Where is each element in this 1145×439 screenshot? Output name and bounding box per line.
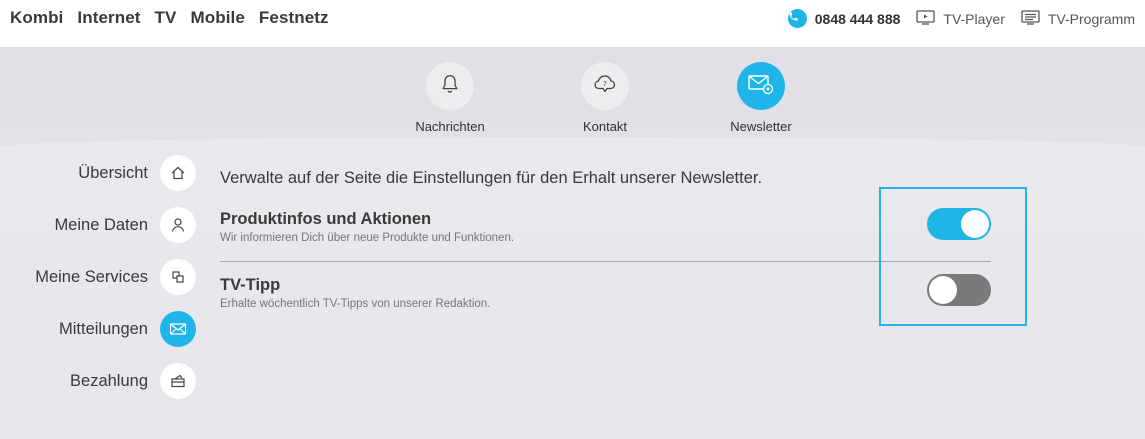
- mail-icon: [160, 311, 196, 347]
- phone-number: 0848 444 888: [814, 10, 901, 27]
- svg-text:?: ?: [603, 79, 607, 87]
- sidebar-item-meine-daten[interactable]: Meine Daten: [54, 207, 196, 243]
- setting-title: Produktinfos und Aktionen: [220, 210, 432, 228]
- nav-link-internet[interactable]: Internet: [77, 8, 140, 28]
- sub-navigation: Nachrichten ? Kontakt Newsletter: [0, 62, 1145, 142]
- setting-description: Erhalte wöchentlich TV-Tipps von unserer…: [220, 298, 491, 310]
- tv-player-label: TV-Player: [943, 10, 1005, 27]
- newsletter-icon: [747, 73, 775, 100]
- sidebar-item-uebersicht[interactable]: Übersicht: [78, 155, 196, 191]
- subnav-item-newsletter[interactable]: Newsletter: [701, 62, 821, 134]
- subnav-item-kontakt[interactable]: ? Kontakt: [545, 62, 665, 134]
- utility-nav: 0848 444 888 TV-Player TV-Programm: [772, 9, 1135, 28]
- subnav-circle: [737, 62, 785, 110]
- setting-tv-tipp: TV-Tipp Erhalte wöchentlich TV-Tipps von…: [220, 276, 991, 310]
- services-icon: [160, 259, 196, 295]
- subnav-item-nachrichten[interactable]: Nachrichten: [390, 62, 510, 134]
- subnav-label: Kontakt: [582, 119, 628, 134]
- bell-icon: [439, 73, 461, 100]
- sidebar-item-label: Bezahlung: [70, 371, 148, 390]
- top-navigation-bar: Kombi Internet TV Mobile Festnetz 0848 4…: [0, 0, 1145, 47]
- nav-link-tv[interactable]: TV: [155, 8, 177, 28]
- tv-programm-link[interactable]: TV-Programm: [1021, 9, 1135, 28]
- sidebar-item-label: Mitteilungen: [59, 319, 148, 338]
- setting-produktinfos: Produktinfos und Aktionen Wir informiere…: [220, 210, 991, 244]
- payment-icon: [160, 363, 196, 399]
- subnav-circle: ?: [581, 62, 629, 110]
- tv-programm-label: TV-Programm: [1047, 10, 1135, 27]
- nav-link-festnetz[interactable]: Festnetz: [259, 8, 329, 28]
- nav-link-mobile[interactable]: Mobile: [190, 8, 244, 28]
- phone-icon: [787, 9, 807, 28]
- sidebar-item-label: Meine Services: [35, 267, 148, 286]
- tv-guide-icon: [1021, 9, 1040, 28]
- home-icon: [160, 155, 196, 191]
- tv-player-icon: [916, 9, 936, 28]
- subnav-label: Nachrichten: [415, 119, 485, 134]
- highlight-box: [879, 187, 1027, 326]
- subnav-circle: [426, 62, 474, 110]
- subnav-label: Newsletter: [730, 119, 792, 134]
- setting-description: Wir informieren Dich über neue Produkte …: [220, 232, 515, 244]
- sidebar-item-label: Meine Daten: [54, 215, 148, 234]
- sidebar-item-label: Übersicht: [78, 163, 148, 182]
- main-nav: Kombi Internet TV Mobile Festnetz: [10, 8, 329, 28]
- help-cloud-icon: ?: [593, 73, 617, 100]
- user-icon: [160, 207, 196, 243]
- tv-player-link[interactable]: TV-Player: [916, 9, 1005, 28]
- intro-text: Verwalte auf der Seite die Einstellungen…: [220, 169, 763, 187]
- divider: [220, 261, 991, 262]
- sidebar-item-meine-services[interactable]: Meine Services: [35, 259, 196, 295]
- nav-link-kombi[interactable]: Kombi: [10, 8, 63, 28]
- sidebar-item-mitteilungen[interactable]: Mitteilungen: [59, 311, 196, 347]
- phone-link[interactable]: 0848 444 888: [787, 9, 901, 28]
- setting-title: TV-Tipp: [220, 276, 281, 294]
- sidebar-item-bezahlung[interactable]: Bezahlung: [70, 363, 196, 399]
